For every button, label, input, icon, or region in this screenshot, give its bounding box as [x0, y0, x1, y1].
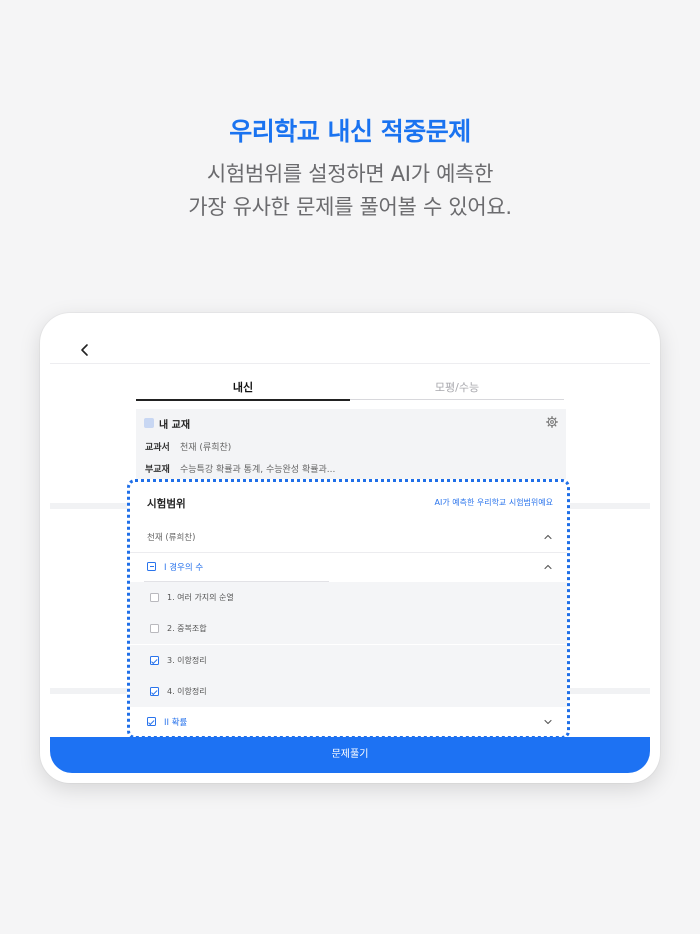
- app-screen: 내신 모평/수능 내 교재 교과서 천재 (류희찬) 부교재 수능특강 확률과 …: [50, 323, 650, 773]
- sub-textbook-label: 부교재: [145, 465, 170, 475]
- lesson-item[interactable]: 3. 이항정리: [130, 645, 567, 676]
- back-arrow-icon[interactable]: [78, 343, 92, 357]
- subline-1: 시험범위를 설정하면 AI가 예측한: [206, 162, 494, 186]
- solve-problems-button[interactable]: 문제풀기: [50, 737, 650, 773]
- unit-1-label: I 경우의 수: [164, 563, 204, 573]
- tab-mock-exam[interactable]: 모평/수능: [350, 379, 564, 400]
- lesson-checkbox-checked[interactable]: [150, 687, 159, 696]
- lesson-item[interactable]: 2. 중복조합: [130, 613, 567, 644]
- ai-predicted-range-link[interactable]: AI가 예측한 우리학교 시험범위예요: [435, 497, 554, 508]
- lesson-checkbox[interactable]: [150, 624, 159, 633]
- subline-2: 가장 유사한 문제를 풀어볼 수 있어요.: [188, 195, 512, 219]
- exam-range-title: 시험범위: [147, 498, 186, 510]
- lesson-label: 1. 여러 가지의 순열: [167, 593, 234, 602]
- lesson-label: 3. 이항정리: [167, 656, 207, 665]
- lesson-checkbox-checked[interactable]: [150, 656, 159, 665]
- top-bar: [50, 323, 650, 364]
- lesson-checkbox[interactable]: [150, 593, 159, 602]
- lesson-label: 4. 이항정리: [167, 687, 207, 696]
- unit-1-checkbox[interactable]: [147, 562, 156, 571]
- headline: 우리학교 내신 적중문제: [229, 117, 471, 146]
- exam-range-panel: 시험범위 AI가 예측한 우리학교 시험범위예요 천재 (류희찬) I 경우의 …: [127, 479, 570, 739]
- unit-2-accordion[interactable]: II 확률: [130, 708, 567, 736]
- textbook-name: 천재 (류희찬): [147, 533, 196, 543]
- unit-1-accordion[interactable]: I 경우의 수: [130, 552, 567, 582]
- sub-textbook-value: 수능특강 확률과 통계, 수능완성 확률과...: [180, 465, 336, 475]
- gear-icon[interactable]: [546, 416, 558, 428]
- my-textbook-card: 내 교재 교과서 천재 (류희찬) 부교재 수능특강 확률과 통계, 수능완성 …: [136, 409, 566, 479]
- my-textbook-title: 내 교재: [159, 420, 191, 431]
- tablet-frame: 내신 모평/수능 내 교재 교과서 천재 (류희찬) 부교재 수능특강 확률과 …: [40, 313, 660, 783]
- chevron-up-icon[interactable]: [543, 532, 553, 542]
- textbook-value: 천재 (류희찬): [180, 443, 232, 453]
- textbook-label: 교과서: [145, 443, 170, 453]
- lesson-label: 2. 중복조합: [167, 624, 207, 633]
- lesson-item[interactable]: 4. 이항정리: [130, 676, 567, 707]
- book-icon: [144, 418, 154, 428]
- tab-nesin[interactable]: 내신: [136, 379, 350, 401]
- unit-2-label: II 확률: [164, 718, 188, 728]
- chevron-down-icon[interactable]: [543, 717, 553, 727]
- textbook-accordion[interactable]: 천재 (류희찬): [130, 520, 567, 553]
- chevron-up-icon[interactable]: [543, 562, 553, 572]
- unit-2-checkbox[interactable]: [147, 717, 156, 726]
- lesson-item[interactable]: 1. 여러 가지의 순열: [130, 582, 567, 613]
